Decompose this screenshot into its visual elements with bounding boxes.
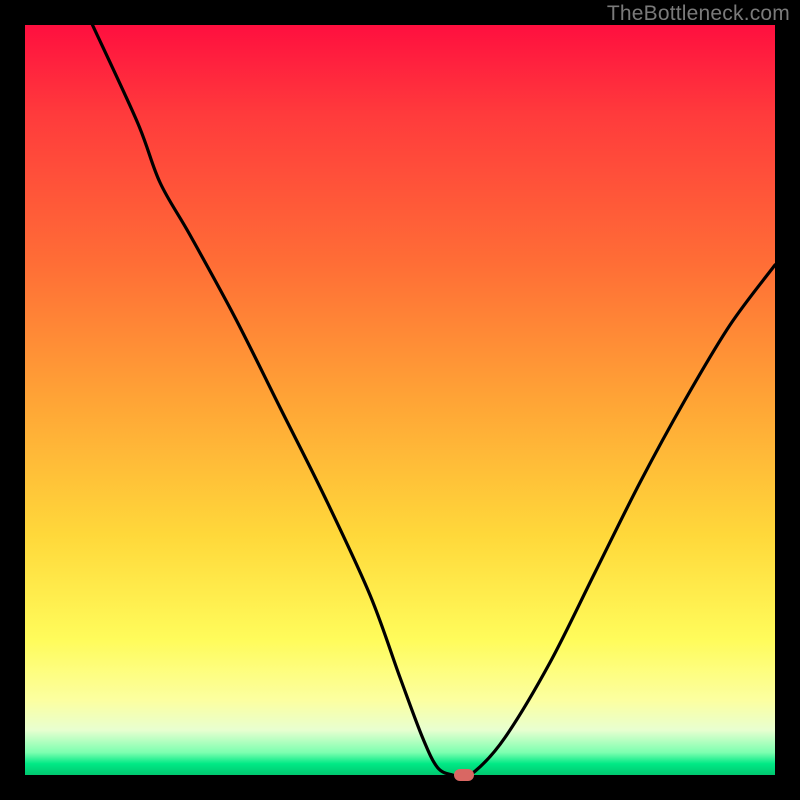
chart-stage: TheBottleneck.com [0, 0, 800, 800]
bottleneck-curve [25, 25, 775, 775]
plot-area [25, 25, 775, 775]
curve-path [93, 25, 776, 775]
watermark-text: TheBottleneck.com [607, 2, 790, 26]
optimal-marker [454, 769, 474, 781]
